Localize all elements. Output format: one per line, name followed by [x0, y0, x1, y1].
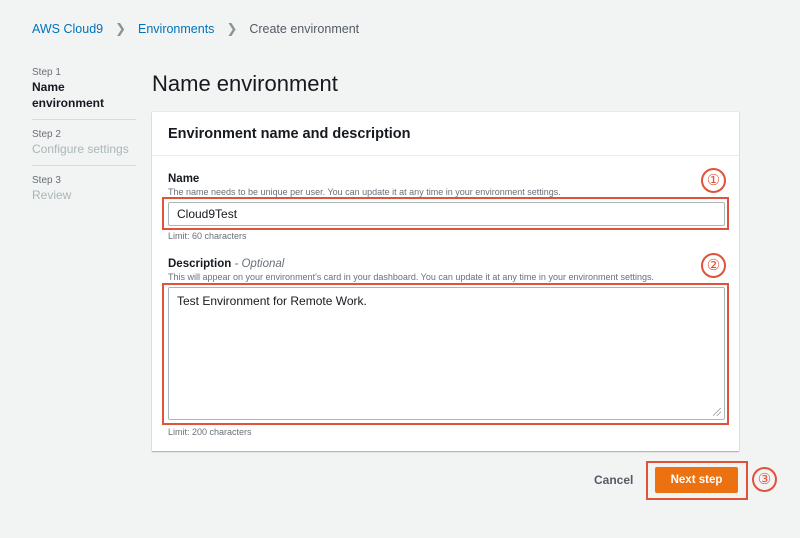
page-title: Name environment — [152, 71, 338, 96]
wizard-steps: Step 1 Name environment Step 2 Configure… — [32, 66, 136, 219]
resize-handle-icon[interactable] — [713, 408, 721, 416]
annotation-two-icon: ② — [701, 253, 726, 278]
step-title: Review — [32, 188, 72, 202]
step-title: Configure settings — [32, 142, 129, 156]
cancel-button[interactable]: Cancel — [594, 473, 633, 487]
optional-tag: - Optional — [231, 258, 285, 270]
description-label: Description - Optional — [168, 258, 284, 270]
breadcrumb-environments[interactable]: Environments — [138, 22, 214, 36]
annotation-one-icon: ① — [701, 168, 726, 193]
breadcrumb-aws-cloud9[interactable]: AWS Cloud9 — [32, 22, 103, 36]
step-3: Step 3 Review — [32, 174, 136, 211]
name-label: Name — [168, 173, 200, 185]
name-input[interactable] — [168, 202, 725, 226]
step-title: Name environment — [32, 80, 105, 110]
chevron-right-icon: ❯ — [226, 21, 238, 36]
step-number: Step 1 — [32, 67, 61, 78]
step-number: Step 3 — [32, 175, 61, 186]
breadcrumb: AWS Cloud9 ❯ Environments ❯ Create envir… — [32, 21, 359, 37]
description-limit: Limit: 200 characters — [168, 427, 252, 437]
description-textarea[interactable]: Test Environment for Remote Work. — [168, 287, 725, 420]
breadcrumb-current: Create environment — [249, 22, 360, 36]
step-number: Step 2 — [32, 129, 61, 140]
panel-header: Environment name and description — [152, 112, 739, 156]
description-help: This will appear on your environment's c… — [168, 272, 654, 282]
name-limit: Limit: 60 characters — [168, 231, 247, 241]
step-2: Step 2 Configure settings — [32, 128, 136, 166]
name-description: The name needs to be unique per user. Yo… — [168, 187, 561, 197]
description-label-text: Description — [168, 258, 232, 270]
annotation-three-icon: ③ — [752, 467, 777, 492]
next-step-button[interactable]: Next step — [655, 467, 738, 493]
chevron-right-icon: ❯ — [115, 21, 126, 36]
step-1: Step 1 Name environment — [32, 66, 136, 120]
environment-panel: Environment name and description Name Th… — [152, 112, 739, 451]
